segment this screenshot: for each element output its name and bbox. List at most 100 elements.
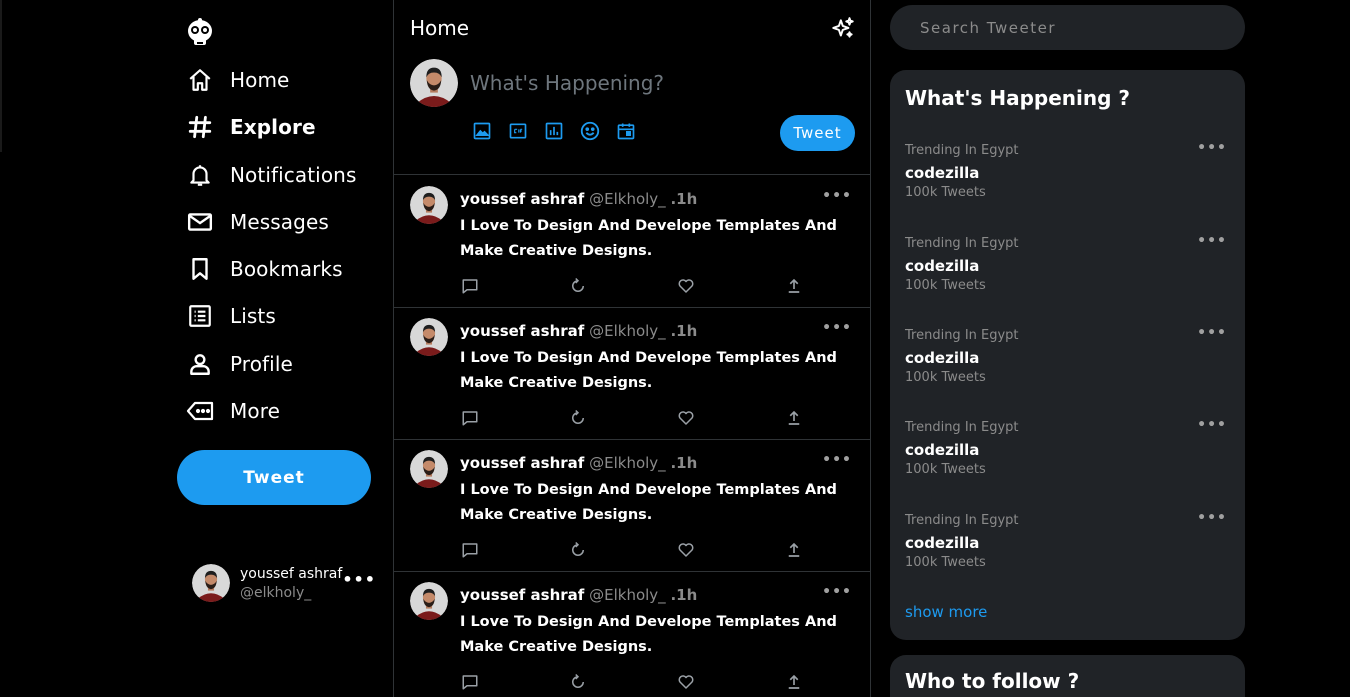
ellipsis-icon[interactable]: ••• [1197, 325, 1227, 341]
compose-box: What's Happening? Tweet [394, 55, 870, 175]
gif-icon[interactable] [506, 119, 530, 143]
trend-topic: codezilla [905, 257, 980, 275]
tweet-button[interactable]: Tweet [177, 450, 371, 505]
avatar[interactable] [410, 318, 448, 356]
tweet-time: .1h [670, 322, 698, 340]
trend-item[interactable]: Trending In Egypt codezilla 100k Tweets … [905, 140, 1230, 213]
sparkle-icon[interactable] [830, 16, 856, 42]
compose-input[interactable]: What's Happening? [470, 71, 664, 95]
ellipsis-icon[interactable]: ••• [1197, 510, 1227, 526]
sidebar-item-home[interactable]: Home [186, 60, 289, 100]
tweet-author-name[interactable]: youssef ashraf [460, 454, 584, 472]
tweet-author-name[interactable]: youssef ashraf [460, 322, 584, 340]
tweet-time: .1h [670, 586, 698, 604]
account-switcher[interactable]: youssef ashraf @elkholy_ ••• [192, 562, 382, 604]
feed: Home What's Happening? Tweet youssef ash… [393, 0, 871, 697]
trend-context: Trending In Egypt [905, 513, 1019, 528]
reply-icon[interactable] [460, 540, 480, 560]
retweet-icon[interactable] [568, 276, 588, 296]
tweet-actions [460, 276, 820, 296]
sidebar-item-label: Explore [230, 115, 316, 139]
panel-title: Who to follow ? [905, 669, 1080, 693]
tweet-text: I Love To Design And Develope Templates … [460, 614, 837, 655]
sidebar: Home Explore Notifications Messages Book… [168, 0, 393, 697]
reply-icon[interactable] [460, 276, 480, 296]
trend-context: Trending In Egypt [905, 143, 1019, 158]
tweet-author-handle: @Elkholy_ [589, 454, 666, 472]
tweet[interactable]: youssef ashraf @Elkholy_ .1h ••• I Love … [394, 572, 870, 697]
share-icon[interactable] [784, 672, 804, 692]
sidebar-item-label: Profile [230, 352, 293, 376]
ellipsis-icon[interactable]: ••• [822, 452, 852, 468]
account-handle: @elkholy_ [240, 584, 312, 601]
trend-item[interactable]: Trending In Egypt codezilla 100k Tweets … [905, 417, 1230, 490]
reply-icon[interactable] [460, 408, 480, 428]
tweet-author-handle: @Elkholy_ [589, 322, 666, 340]
trend-item[interactable]: Trending In Egypt codezilla 100k Tweets … [905, 325, 1230, 398]
tweet-text: I Love To Design And Develope Templates … [460, 350, 837, 391]
list-icon [186, 302, 214, 330]
share-icon[interactable] [784, 540, 804, 560]
sidebar-item-bookmarks[interactable]: Bookmarks [186, 249, 343, 289]
tweet[interactable]: youssef ashraf @Elkholy_ .1h ••• I Love … [394, 440, 870, 572]
share-icon[interactable] [784, 276, 804, 296]
retweet-icon[interactable] [568, 540, 588, 560]
avatar[interactable] [410, 450, 448, 488]
sidebar-item-label: Lists [230, 304, 276, 328]
tweet-time: .1h [670, 454, 698, 472]
window-edge [0, 0, 2, 152]
trend-topic: codezilla [905, 349, 980, 367]
sidebar-item-messages[interactable]: Messages [186, 202, 329, 242]
tweet-text: I Love To Design And Develope Templates … [460, 218, 837, 259]
ellipsis-icon[interactable]: ••• [1197, 417, 1227, 433]
robot-logo-icon[interactable] [186, 18, 214, 48]
emoji-icon[interactable] [578, 119, 602, 143]
ellipsis-icon[interactable]: ••• [822, 320, 852, 336]
sidebar-item-profile[interactable]: Profile [186, 344, 293, 384]
image-icon[interactable] [470, 119, 494, 143]
share-icon[interactable] [784, 408, 804, 428]
search-input[interactable] [890, 5, 1245, 50]
like-icon[interactable] [676, 540, 696, 560]
sidebar-item-lists[interactable]: Lists [186, 296, 276, 336]
ellipsis-icon[interactable]: ••• [1197, 140, 1227, 156]
like-icon[interactable] [676, 672, 696, 692]
tweet[interactable]: youssef ashraf @Elkholy_ .1h ••• I Love … [394, 176, 870, 308]
person-icon [186, 350, 214, 378]
ellipsis-icon[interactable]: ••• [342, 570, 376, 589]
sidebar-item-more[interactable]: More [186, 391, 280, 431]
compose-tweet-button[interactable]: Tweet [780, 115, 855, 151]
avatar[interactable] [410, 186, 448, 224]
hashtag-icon [186, 113, 214, 141]
ellipsis-icon[interactable]: ••• [1197, 233, 1227, 249]
tweet-author-name[interactable]: youssef ashraf [460, 190, 584, 208]
tweet-time: .1h [670, 190, 698, 208]
bell-icon [186, 161, 214, 189]
sidebar-item-label: Bookmarks [230, 257, 343, 281]
bookmark-icon [186, 255, 214, 283]
trend-context: Trending In Egypt [905, 328, 1019, 343]
tweet-author-handle: @Elkholy_ [589, 190, 666, 208]
avatar[interactable] [410, 582, 448, 620]
ellipsis-icon[interactable]: ••• [822, 188, 852, 204]
tweet-actions [460, 408, 820, 428]
like-icon[interactable] [676, 408, 696, 428]
tweet[interactable]: youssef ashraf @Elkholy_ .1h ••• I Love … [394, 308, 870, 440]
show-more-link[interactable]: show more [905, 603, 987, 621]
sidebar-item-notifications[interactable]: Notifications [186, 155, 356, 195]
avatar [410, 59, 458, 107]
retweet-icon[interactable] [568, 672, 588, 692]
poll-icon[interactable] [542, 119, 566, 143]
reply-icon[interactable] [460, 672, 480, 692]
sidebar-item-explore[interactable]: Explore [186, 107, 316, 147]
trend-item[interactable]: Trending In Egypt codezilla 100k Tweets … [905, 510, 1230, 583]
trend-count: 100k Tweets [905, 555, 986, 570]
trend-item[interactable]: Trending In Egypt codezilla 100k Tweets … [905, 233, 1230, 306]
trend-context: Trending In Egypt [905, 236, 1019, 251]
sidebar-item-label: Messages [230, 210, 329, 234]
like-icon[interactable] [676, 276, 696, 296]
retweet-icon[interactable] [568, 408, 588, 428]
schedule-icon[interactable] [614, 119, 638, 143]
ellipsis-icon[interactable]: ••• [822, 584, 852, 600]
tweet-author-name[interactable]: youssef ashraf [460, 586, 584, 604]
